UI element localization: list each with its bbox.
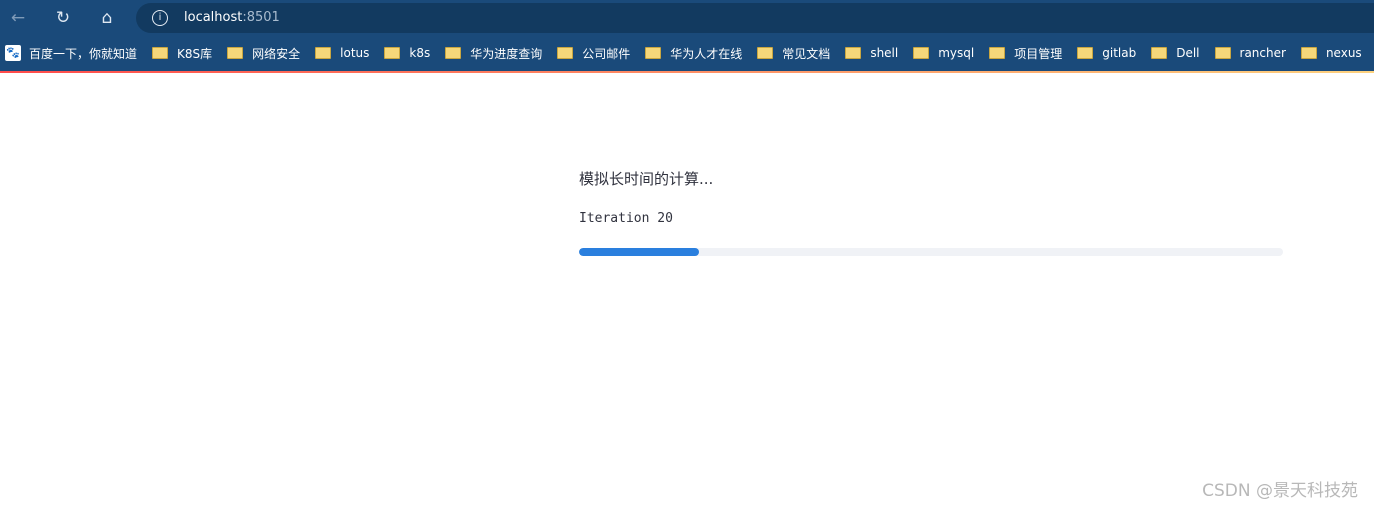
folder-icon bbox=[845, 47, 862, 59]
running-indicator bbox=[0, 71, 1374, 73]
folder-icon bbox=[445, 47, 462, 59]
folder-icon bbox=[557, 47, 574, 59]
bookmark-item[interactable]: lotus bbox=[315, 46, 369, 60]
bookmark-label: k8s bbox=[409, 46, 431, 60]
bookmark-label: 百度一下，你就知道 bbox=[29, 46, 138, 61]
bookmark-label: K8S库 bbox=[177, 46, 213, 61]
browser-toolbar: ← ↻ ⌂ i localhost:8501 bbox=[0, 0, 1374, 35]
iteration-text: Iteration 20 bbox=[579, 211, 673, 226]
folder-icon bbox=[227, 47, 244, 59]
address-bar[interactable]: i localhost:8501 bbox=[136, 3, 1374, 33]
bookmark-item[interactable]: shell bbox=[845, 46, 898, 60]
info-icon[interactable]: i bbox=[152, 10, 168, 26]
folder-icon bbox=[1151, 47, 1168, 59]
bookmark-item[interactable]: Dell bbox=[1151, 46, 1200, 60]
bookmark-item[interactable]: K8S库 bbox=[152, 45, 212, 62]
folder-icon bbox=[315, 47, 332, 59]
bookmark-label: 华为人才在线 bbox=[670, 46, 743, 61]
folder-icon bbox=[645, 47, 662, 59]
bookmark-item[interactable]: 华为人才在线 bbox=[645, 45, 742, 62]
bookmark-label: shell bbox=[870, 46, 899, 60]
folder-icon bbox=[152, 47, 169, 59]
bookmarks-bar: 🐾 百度一下，你就知道 K8S库 网络安全 lotus k8s 华为进度查询 公司邮件 华为人才… bbox=[0, 35, 1374, 71]
bookmark-label: 公司邮件 bbox=[582, 46, 631, 61]
bookmark-item[interactable]: 华为进度查询 bbox=[445, 45, 542, 62]
home-icon[interactable]: ⌂ bbox=[95, 6, 119, 30]
bookmark-label: Dell bbox=[1176, 46, 1200, 60]
bookmark-item[interactable]: nexus bbox=[1300, 46, 1362, 60]
folder-icon bbox=[384, 47, 401, 59]
bookmark-label: 华为进度查询 bbox=[470, 46, 543, 61]
bookmark-item[interactable]: 公司邮件 bbox=[557, 45, 630, 62]
folder-icon bbox=[913, 47, 930, 59]
progress-bar bbox=[579, 248, 1283, 256]
watermark: CSDN @景天科技苑 bbox=[1202, 481, 1358, 501]
bookmark-label: lotus bbox=[340, 46, 370, 60]
folder-icon bbox=[757, 47, 774, 59]
bookmark-label: 项目管理 bbox=[1014, 46, 1063, 61]
reload-icon[interactable]: ↻ bbox=[51, 6, 75, 30]
url-text: localhost:8501 bbox=[184, 10, 280, 25]
bookmark-label: gitlab bbox=[1102, 46, 1137, 60]
bookmark-label: 网络安全 bbox=[252, 46, 301, 61]
bookmark-label: 常见文档 bbox=[782, 46, 831, 61]
bookmark-label: nexus bbox=[1325, 46, 1362, 60]
bookmark-item[interactable]: gitlab bbox=[1077, 46, 1136, 60]
bookmark-item[interactable]: 项目管理 bbox=[989, 45, 1062, 62]
folder-icon bbox=[1214, 47, 1231, 59]
main-content: 模拟长时间的计算... Iteration 20 bbox=[579, 168, 1283, 256]
bookmark-item[interactable]: 常见文档 bbox=[757, 45, 830, 62]
bookmark-item[interactable]: k8s bbox=[384, 46, 430, 60]
bookmark-item[interactable]: rancher bbox=[1214, 46, 1286, 60]
bookmark-item[interactable]: mysql bbox=[913, 46, 974, 60]
folder-icon bbox=[1077, 47, 1094, 59]
back-icon[interactable]: ← bbox=[6, 6, 30, 30]
bookmark-label: rancher bbox=[1239, 46, 1286, 60]
bookmark-item[interactable]: 网络安全 bbox=[227, 45, 300, 62]
page-title: 模拟长时间的计算... bbox=[579, 170, 714, 188]
bookmark-item[interactable]: 🐾 百度一下，你就知道 bbox=[5, 45, 137, 62]
bookmark-label: mysql bbox=[938, 46, 975, 60]
folder-icon bbox=[989, 47, 1006, 59]
progress-fill bbox=[579, 248, 699, 256]
baidu-icon: 🐾 bbox=[5, 45, 21, 61]
folder-icon bbox=[1300, 47, 1317, 59]
